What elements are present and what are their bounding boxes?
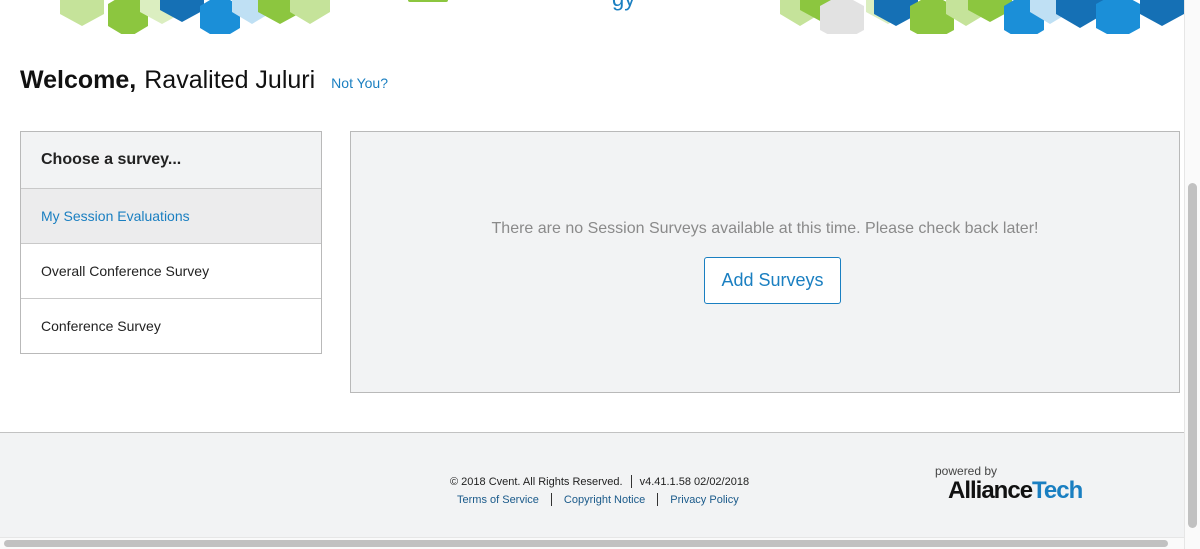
copyright-notice-link[interactable]: Copyright Notice [564,494,645,506]
privacy-policy-link[interactable]: Privacy Policy [670,494,738,506]
terms-of-service-link[interactable]: Terms of Service [457,494,539,506]
add-surveys-button[interactable]: Add Surveys [704,257,841,304]
not-you-link[interactable]: Not You? [331,75,388,91]
survey-item-session-evaluations[interactable]: My Session Evaluations [21,189,321,244]
footer-copyright-line: © 2018 Cvent. All Rights Reserved. v4.41… [450,475,749,488]
logo-text-tech: Tech [1032,477,1083,504]
hexagon-shape [60,0,104,26]
alliancetech-logo: AllianceTech [948,477,1083,505]
logo-text-alliance: Alliance [948,477,1033,504]
welcome-heading: Welcome, Ravalited Juluri Not You? [20,66,388,98]
footer-divider [630,475,632,488]
hexagon-shape [290,0,330,24]
survey-item-overall-conference[interactable]: Overall Conference Survey [21,244,321,299]
hexagon-shape [820,0,864,34]
footer: © 2018 Cvent. All Rights Reserved. v4.41… [0,432,1184,537]
horizontal-scrollbar-thumb[interactable] [4,540,1168,547]
hexagon-shape [1140,0,1184,26]
footer-divider [550,493,552,506]
hexagon-shape [1096,0,1140,34]
survey-menu: Choose a survey... My Session Evaluation… [20,131,322,354]
survey-menu-header: Choose a survey... [21,132,321,189]
footer-links: Terms of Service Copyright Notice Privac… [457,493,739,506]
footer-divider [657,493,659,506]
horizontal-scrollbar[interactable] [0,537,1184,549]
powered-by-label: powered by [935,464,998,478]
copyright-text: © 2018 Cvent. All Rights Reserved. [450,475,623,488]
hexagon-shape [408,0,448,2]
vertical-scrollbar-thumb[interactable] [1188,183,1197,528]
empty-state-message: There are no Session Surveys available a… [491,220,1039,237]
user-name: Ravalited Juluri [144,66,316,94]
version-text: v4.41.1.58 02/02/2018 [639,475,750,488]
banner-partial-title: gy [612,0,635,12]
welcome-greeting: Welcome, [20,66,137,94]
survey-item-conference[interactable]: Conference Survey [21,299,321,353]
hexagon-pattern [60,0,1184,34]
vertical-scrollbar[interactable] [1184,0,1200,549]
survey-content-panel: There are no Session Surveys available a… [350,131,1180,393]
header-banner: gy [0,0,1184,34]
